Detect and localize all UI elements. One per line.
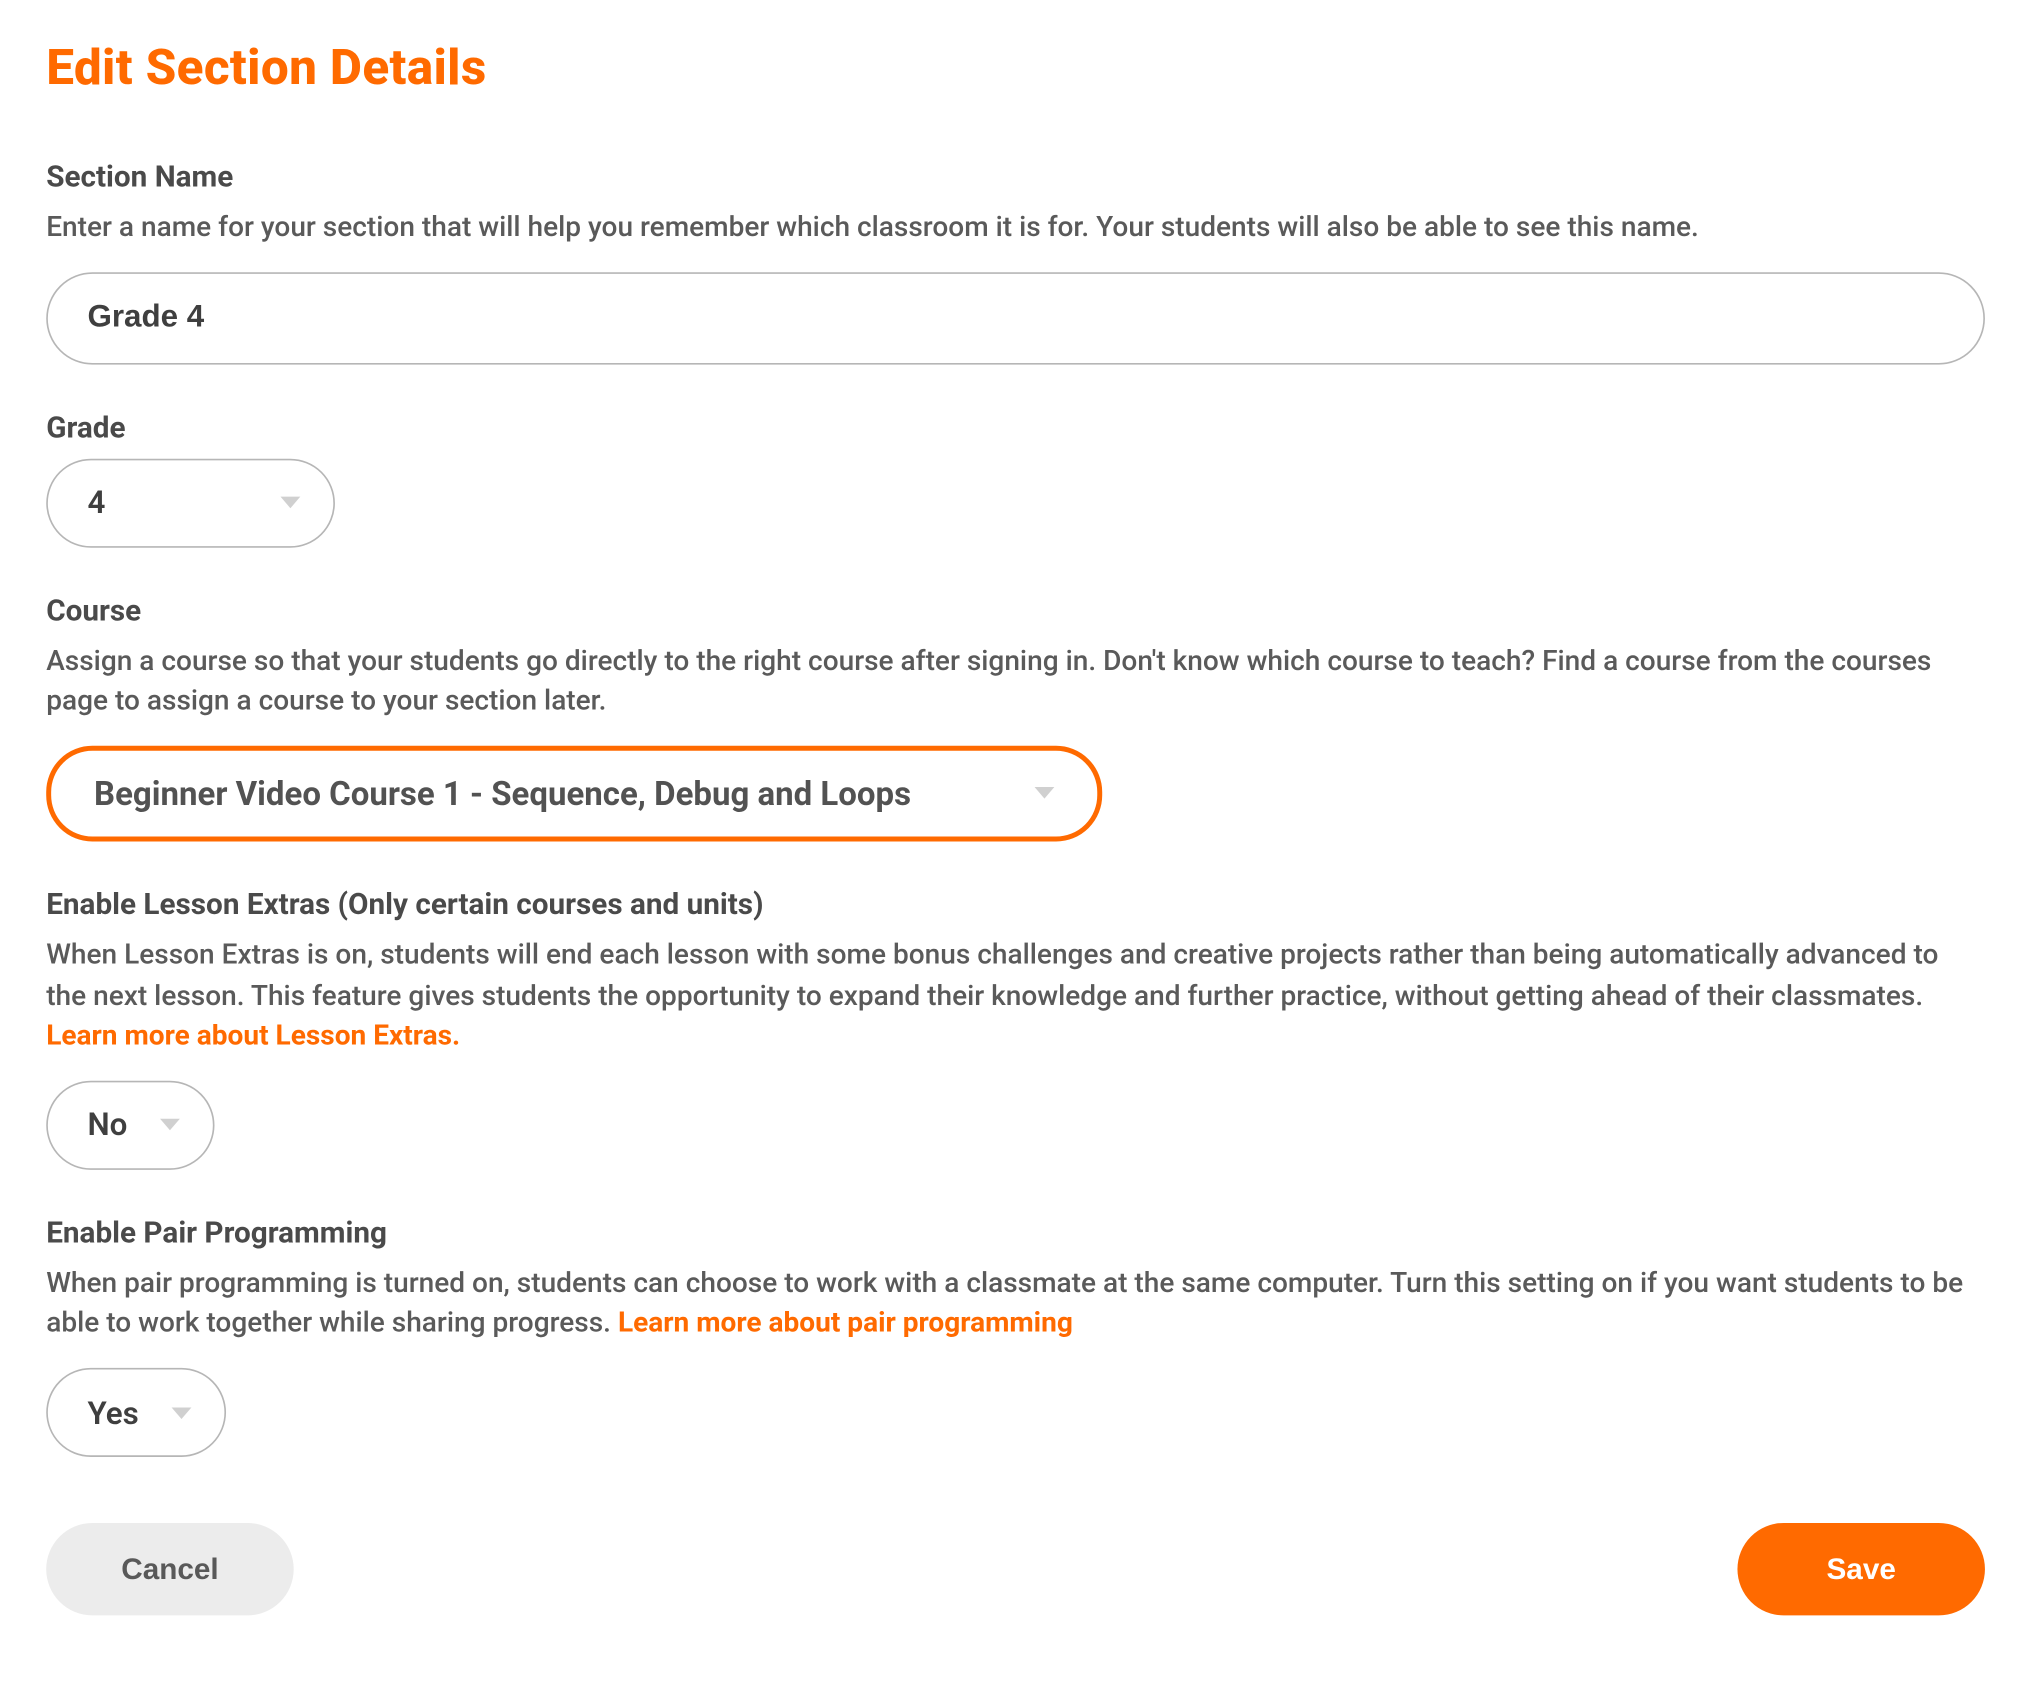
pair-programming-select-value: Yes [87, 1394, 138, 1432]
footer-actions: Cancel Save [46, 1523, 1985, 1615]
cancel-button[interactable]: Cancel [46, 1523, 293, 1615]
lesson-extras-help: When Lesson Extras is on, students will … [46, 935, 1985, 1057]
save-button[interactable]: Save [1737, 1523, 1985, 1615]
section-name-input[interactable] [46, 272, 1985, 364]
section-name-block: Section Name Enter a name for your secti… [46, 160, 1985, 364]
caret-down-icon [281, 497, 301, 509]
lesson-extras-select-value: No [87, 1106, 127, 1144]
pair-programming-label: Enable Pair Programming [46, 1216, 1985, 1251]
lesson-extras-link[interactable]: Learn more about Lesson Extras. [46, 1020, 460, 1053]
course-select[interactable]: Beginner Video Course 1 - Sequence, Debu… [46, 746, 1102, 842]
grade-select[interactable]: 4 [46, 458, 335, 547]
grade-select-value: 4 [87, 484, 105, 522]
lesson-extras-label: Enable Lesson Extras (Only certain cours… [46, 888, 1985, 923]
course-block: Course Assign a course so that your stud… [46, 593, 1985, 841]
page-title: Edit Section Details [46, 40, 1985, 98]
pair-programming-block: Enable Pair Programming When pair progra… [46, 1216, 1985, 1457]
grade-label: Grade [46, 410, 1985, 445]
caret-down-icon [172, 1407, 192, 1419]
section-name-help: Enter a name for your section that will … [46, 208, 1985, 249]
lesson-extras-help-text: When Lesson Extras is on, students will … [46, 939, 1938, 1013]
grade-block: Grade 4 [46, 410, 1985, 547]
caret-down-icon [1035, 788, 1055, 800]
section-name-label: Section Name [46, 160, 1985, 195]
caret-down-icon [160, 1119, 180, 1131]
course-help: Assign a course so that your students go… [46, 641, 1985, 722]
lesson-extras-block: Enable Lesson Extras (Only certain cours… [46, 888, 1985, 1170]
course-label: Course [46, 593, 1985, 628]
pair-programming-help: When pair programming is turned on, stud… [46, 1264, 1985, 1345]
pair-programming-link[interactable]: Learn more about pair programming [618, 1308, 1073, 1341]
course-select-value: Beginner Video Course 1 - Sequence, Debu… [94, 774, 911, 814]
lesson-extras-select[interactable]: No [46, 1080, 215, 1169]
pair-programming-select[interactable]: Yes [46, 1368, 226, 1457]
